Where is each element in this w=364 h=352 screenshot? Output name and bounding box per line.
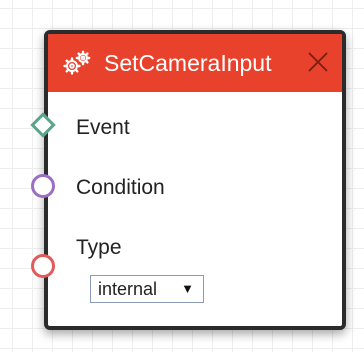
port-label-condition: Condition: [76, 176, 165, 199]
port-label-event: Event: [76, 116, 130, 139]
graph-canvas[interactable]: SetCameraInput Event Condition Type inte…: [0, 0, 364, 352]
gears-icon: [63, 50, 91, 75]
port-label-type: Type: [76, 236, 122, 259]
close-icon[interactable]: [306, 50, 330, 74]
condition-input-port[interactable]: [31, 174, 55, 198]
type-select-value: internal: [98, 279, 158, 299]
type-select[interactable]: internal ▼: [90, 275, 204, 303]
node-title: SetCameraInput: [104, 50, 272, 76]
set-camera-input-node[interactable]: SetCameraInput Event Condition Type inte…: [44, 30, 346, 330]
dropdown-arrow-icon: ▼: [181, 281, 194, 296]
type-input-port[interactable]: [31, 254, 55, 278]
node-header[interactable]: SetCameraInput: [48, 34, 342, 92]
